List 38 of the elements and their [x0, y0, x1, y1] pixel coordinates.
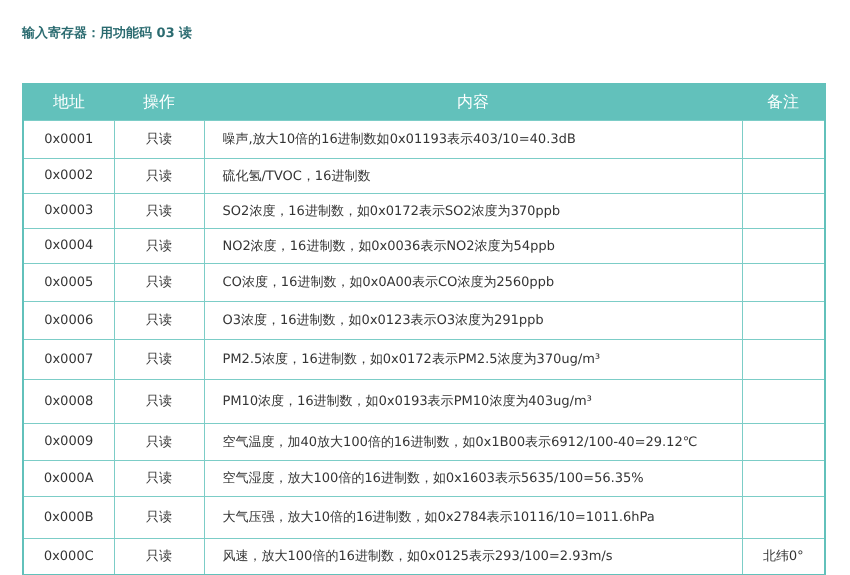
table-cell: PM2.5浓度，16进制数，如0x0172表示PM2.5浓度为370ug/m³ [204, 339, 742, 379]
table-cell: 0x0005 [23, 263, 114, 301]
table-cell: 只读 [114, 460, 204, 496]
table-cell: 硫化氢/TVOC，16进制数 [204, 158, 742, 193]
table-cell: 只读 [114, 228, 204, 263]
table-cell: 0x0004 [23, 228, 114, 263]
table-cell: 噪声,放大10倍的16进制数如0x01193表示403/10=40.3dB [204, 120, 742, 158]
table-cell: 空气温度，加40放大100倍的16进制数，如0x1B00表示6912/100-40=29.12℃ [204, 423, 742, 460]
table-cell: 只读 [114, 263, 204, 301]
table-cell: 只读 [114, 496, 204, 538]
column-header: 地址 [23, 84, 114, 120]
table-cell: 0x0006 [23, 301, 114, 339]
table-cell: 只读 [114, 120, 204, 158]
table-cell: 只读 [114, 193, 204, 228]
table-cell: 大气压强，放大10倍的16进制数，如0x2784表示10116/10=1011.6hPa [204, 496, 742, 538]
table-cell: O3浓度，16进制数，如0x0123表示O3浓度为291ppb [204, 301, 742, 339]
table-cell: 0x0007 [23, 339, 114, 379]
table-cell: 0x0009 [23, 423, 114, 460]
table-cell: 0x0001 [23, 120, 114, 158]
column-header: 备注 [742, 84, 825, 120]
table-cell: SO2浓度，16进制数，如0x0172表示SO2浓度为370ppb [204, 193, 742, 228]
table-cell: 只读 [114, 339, 204, 379]
table-cell: 只读 [114, 379, 204, 423]
table-cell: NO2浓度，16进制数，如0x0036表示NO2浓度为54ppb [204, 228, 742, 263]
table-cell: 只读 [114, 158, 204, 193]
table-cell: 0x000A [23, 460, 114, 496]
table-cell: 0x0008 [23, 379, 114, 423]
table-cell: 只读 [114, 423, 204, 460]
column-header: 内容 [204, 84, 742, 120]
table-cell: 0x0003 [23, 193, 114, 228]
column-header: 操作 [114, 84, 204, 120]
section-title: 输入寄存器：用功能码 03 读 [22, 24, 194, 43]
table-cell: 0x0002 [23, 158, 114, 193]
table-cell: 只读 [114, 301, 204, 339]
table-cell: CO浓度，16进制数，如0x0A00表示CO浓度为2560ppb [204, 263, 742, 301]
table-cell: 0x000B [23, 496, 114, 538]
table-cell: PM10浓度，16进制数，如0x0193表示PM10浓度为403ug/m³ [204, 379, 742, 423]
table-cell: 空气湿度，放大100倍的16进制数，如0x1603表示5635/100=56.35% [204, 460, 742, 496]
